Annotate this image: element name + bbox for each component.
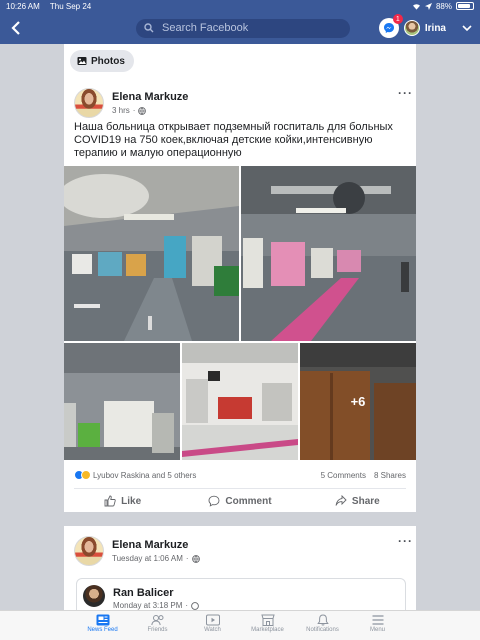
comment-icon xyxy=(208,495,220,507)
divider xyxy=(74,488,406,489)
author-avatar-2[interactable] xyxy=(74,536,104,566)
globe-icon xyxy=(138,106,147,115)
messenger-badge: 1 xyxy=(392,14,403,24)
tab-menu[interactable]: Menu xyxy=(357,611,399,640)
news-feed-icon xyxy=(96,614,109,626)
status-bar: 10:26 AM Thu Sep 24 88% xyxy=(0,0,480,12)
comments-count[interactable]: 5 Comments xyxy=(321,471,366,480)
wow-reaction-icon xyxy=(81,470,91,480)
shared-post[interactable]: Ran Balicer Monday at 3:18 PM · xyxy=(76,578,406,610)
post-actions: Like Comment Share xyxy=(64,492,416,510)
tab-watch[interactable]: Watch xyxy=(192,611,234,640)
share-icon xyxy=(335,495,347,506)
tab-label: Friends xyxy=(147,627,168,633)
shared-time: Monday at 3:18 PM xyxy=(113,601,183,610)
tab-news-feed[interactable]: News Feed xyxy=(82,611,124,640)
more-options-icon[interactable]: ··· xyxy=(398,86,413,100)
more-options-icon-2[interactable]: ··· xyxy=(398,534,413,548)
post-time[interactable]: 3 hrs xyxy=(112,106,130,115)
battery-percent: 88% xyxy=(435,1,452,11)
photo-grid: +6 xyxy=(64,166,416,460)
tab-label: Marketplace xyxy=(251,627,284,633)
photos-chip-label: Photos xyxy=(91,55,125,67)
post-meta-2: Tuesday at 1:06 AM · xyxy=(112,554,200,563)
search-icon xyxy=(144,23,154,33)
menu-icon xyxy=(372,615,383,625)
messenger-icon xyxy=(383,23,394,33)
post-text: Наша больница открывает подземный госпит… xyxy=(74,121,393,159)
author-avatar[interactable] xyxy=(74,88,104,118)
battery-icon xyxy=(456,2,474,10)
news-feed: Photos Elena Markuze 3 hrs · ··· Наша бо… xyxy=(64,44,416,610)
globe-icon xyxy=(191,601,199,610)
tab-label: News Feed xyxy=(87,627,118,633)
like-label: Like xyxy=(121,495,142,507)
thumbs-up-icon xyxy=(104,495,116,507)
location-icon xyxy=(424,2,432,10)
messenger-button[interactable]: 1 xyxy=(378,14,403,38)
profile-avatar[interactable] xyxy=(403,20,420,36)
profile-name[interactable]: Irina xyxy=(425,23,446,34)
wifi-icon xyxy=(412,3,420,10)
shared-author[interactable]: Ran Balicer xyxy=(113,587,174,599)
shared-author-avatar[interactable] xyxy=(83,585,105,607)
photo-corridor-right[interactable] xyxy=(241,166,416,341)
shares-count[interactable]: 8 Shares xyxy=(374,471,406,480)
photo-restroom[interactable]: +6 xyxy=(300,343,416,460)
tab-label: Watch xyxy=(204,627,221,633)
photos-chip[interactable]: Photos xyxy=(70,50,134,72)
share-label: Share xyxy=(351,495,380,507)
post-meta: 3 hrs · xyxy=(112,106,147,115)
search-input[interactable] xyxy=(162,22,332,34)
marketplace-icon xyxy=(260,614,275,626)
status-time: 10:26 AM xyxy=(6,1,40,11)
shared-meta: Monday at 3:18 PM · xyxy=(113,601,199,610)
friends-icon xyxy=(150,615,163,626)
more-photos-overlay[interactable]: +6 xyxy=(300,343,416,460)
post-author[interactable]: Elena Markuze xyxy=(112,91,188,103)
post-time-2[interactable]: Tuesday at 1:06 AM xyxy=(112,554,183,563)
back-chevron-icon[interactable] xyxy=(8,20,24,36)
photo-equipment[interactable] xyxy=(64,343,180,460)
comment-button[interactable]: Comment xyxy=(181,492,298,510)
status-date: Thu Sep 24 xyxy=(49,1,92,11)
post-card-2: Elena Markuze Tuesday at 1:06 AM · ··· R… xyxy=(64,526,416,610)
reactions-bar: Lyubov Raskina and 5 others 5 Comments 8… xyxy=(74,468,406,482)
comment-label: Comment xyxy=(225,495,272,507)
watch-icon xyxy=(205,614,220,626)
photo-red-sofa[interactable] xyxy=(182,343,298,460)
photos-icon xyxy=(77,57,87,65)
tab-notifications[interactable]: Notifications xyxy=(302,611,344,640)
share-button[interactable]: Share xyxy=(299,492,416,510)
reactions-summary[interactable]: Lyubov Raskina and 5 others xyxy=(93,471,196,480)
tab-marketplace[interactable]: Marketplace xyxy=(247,611,289,640)
top-bar: 10:26 AM Thu Sep 24 88% 1 Irina xyxy=(0,0,480,44)
post-card: Photos Elena Markuze 3 hrs · ··· Наша бо… xyxy=(64,44,416,512)
tab-label: Menu xyxy=(369,627,385,633)
globe-icon xyxy=(191,554,200,563)
like-button[interactable]: Like xyxy=(64,492,181,510)
photo-corridor-left[interactable] xyxy=(64,166,239,341)
tab-friends[interactable]: Friends xyxy=(137,611,179,640)
chevron-down-icon[interactable] xyxy=(462,23,472,33)
tab-label: Notifications xyxy=(306,627,339,633)
search-bar[interactable] xyxy=(136,18,350,38)
post-author-2[interactable]: Elena Markuze xyxy=(112,539,188,551)
bell-icon xyxy=(316,614,329,626)
tab-bar: News Feed Friends Watch Marketplace Noti… xyxy=(0,610,480,640)
